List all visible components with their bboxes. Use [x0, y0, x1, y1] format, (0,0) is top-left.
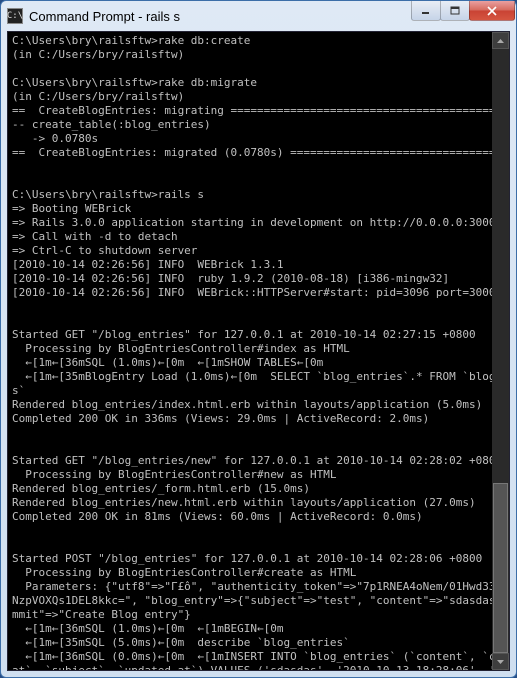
terminal-output[interactable]: C:\Users\bry\railsftw>rake db:create (in… — [8, 32, 492, 670]
scroll-down-button[interactable] — [492, 653, 509, 670]
close-button[interactable] — [469, 1, 515, 21]
cmd-icon: C:\ — [7, 8, 23, 24]
scroll-up-button[interactable] — [492, 32, 509, 49]
client-area: C:\Users\bry\railsftw>rake db:create (in… — [7, 31, 510, 671]
scroll-thumb[interactable] — [493, 483, 508, 653]
scroll-track[interactable] — [492, 49, 509, 653]
minimize-button[interactable] — [411, 1, 441, 21]
maximize-button[interactable] — [440, 1, 470, 21]
chevron-up-icon — [497, 39, 504, 43]
titlebar[interactable]: C:\ Command Prompt - rails s — [1, 1, 516, 31]
window-controls — [412, 1, 515, 21]
cmd-window: C:\ Command Prompt - rails s C:\Users\br… — [0, 0, 517, 678]
chevron-down-icon — [497, 660, 504, 664]
vertical-scrollbar[interactable] — [492, 32, 509, 670]
close-icon — [486, 6, 498, 16]
minimize-icon — [421, 6, 431, 16]
maximize-icon — [450, 6, 460, 16]
